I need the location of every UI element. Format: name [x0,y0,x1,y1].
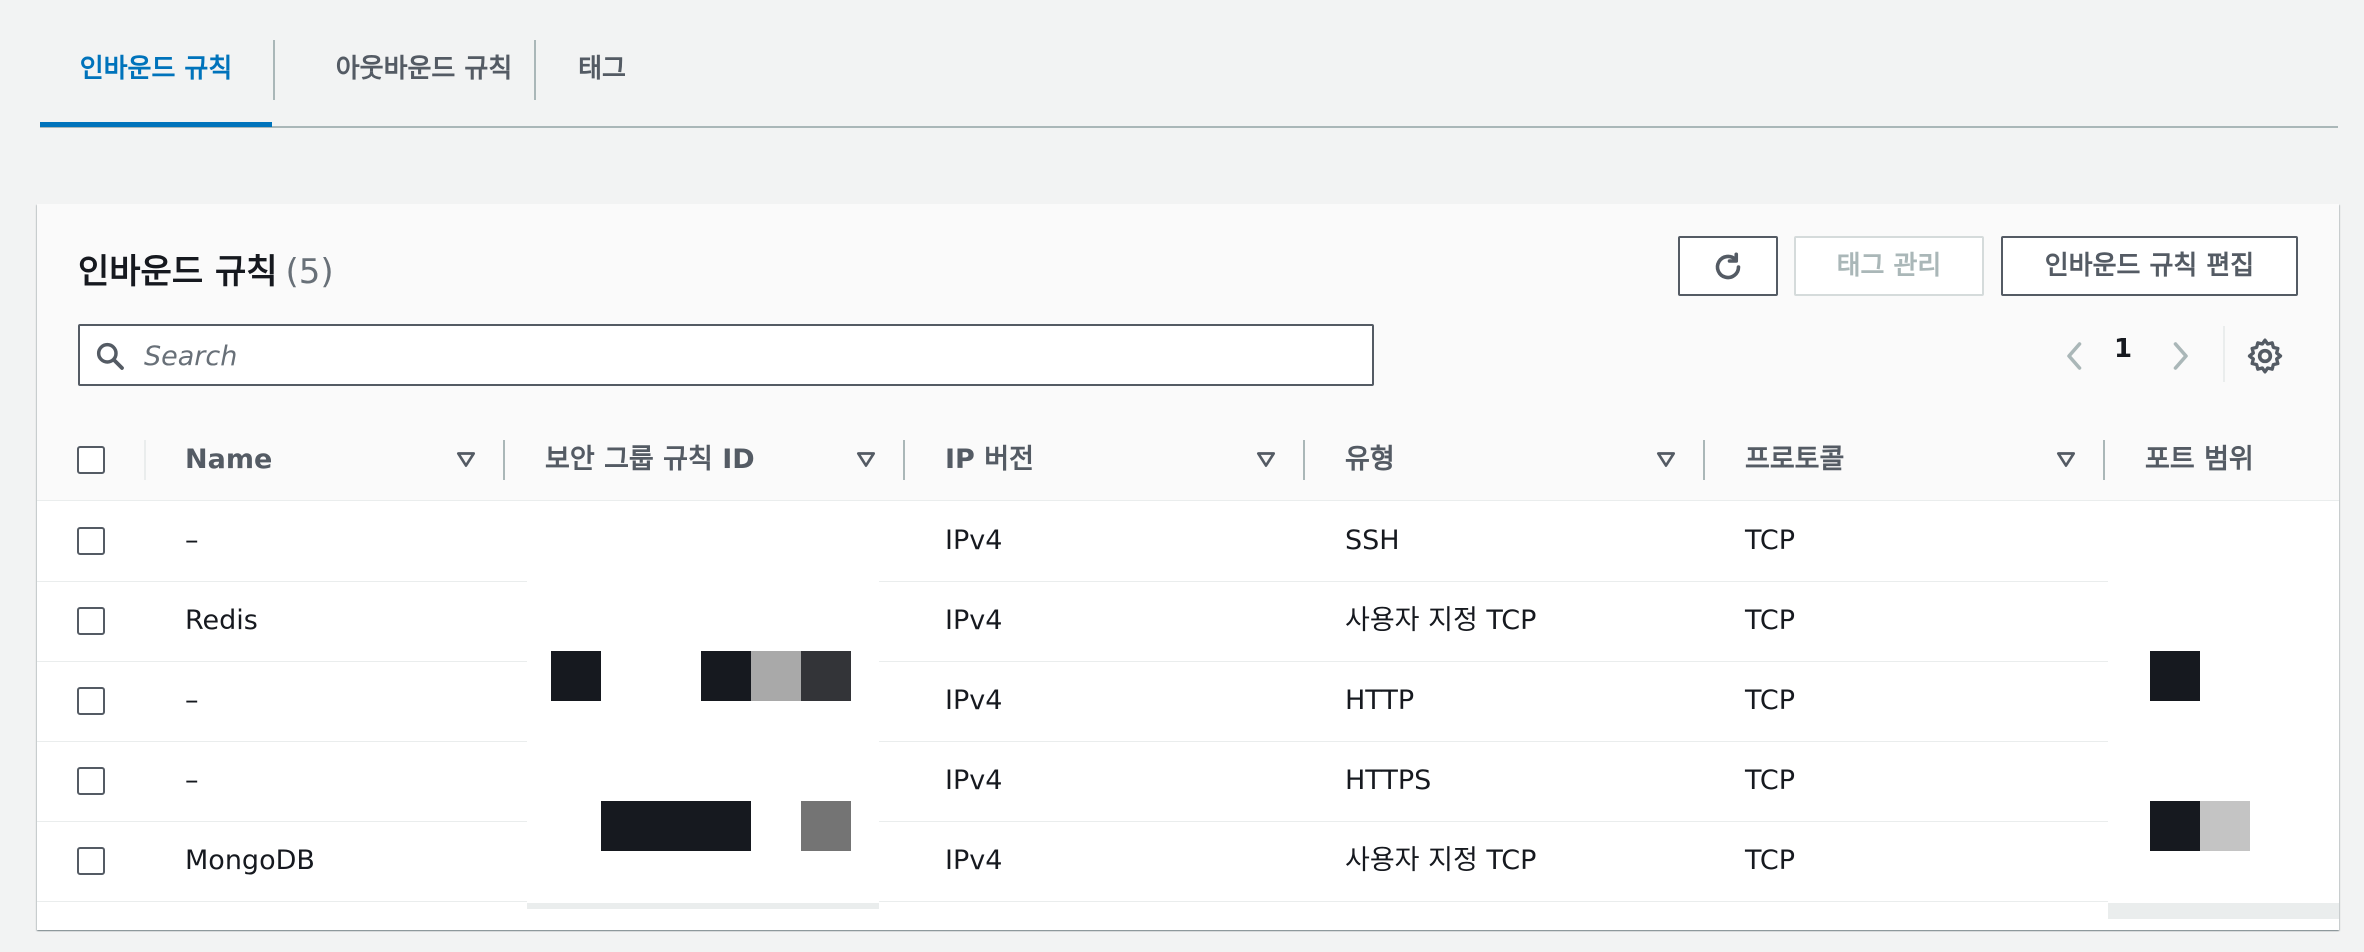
panel-header: 인바운드 규칙(5) 태그 관리 인바운드 규칙 편집 1 [37,204,2339,421]
row-checkbox[interactable] [77,607,105,635]
next-page-button[interactable] [2162,336,2198,376]
manage-tags-button[interactable]: 태그 관리 [1794,236,1984,296]
cell-type: HTTPS [1345,765,1432,796]
redaction-block [751,651,801,701]
cell-protocol: TCP [1745,845,1796,876]
cell-ip-version: IPv4 [945,605,1003,636]
column-header-port-range[interactable]: 포트 범위 [2145,420,2254,500]
cell-ip-version: IPv4 [945,765,1003,796]
refresh-button[interactable] [1678,236,1778,296]
tab-inbound-rules[interactable]: 인바운드 규칙 [40,0,272,127]
table-row[interactable]: – IPv4 HTTP TCP [37,661,2339,742]
search-input[interactable] [142,326,1346,386]
table-row[interactable]: MongoDB IPv4 사용자 지정 TCP TCP [37,821,2339,902]
search-field[interactable] [78,324,1374,386]
cell-type: SSH [1345,525,1400,556]
column-divider [1703,440,1705,480]
sort-triangle-icon[interactable] [2055,448,2077,470]
panel-title-text: 인바운드 규칙 [78,252,278,292]
redaction-strip [2108,903,2339,919]
sort-triangle-icon[interactable] [855,448,877,470]
cell-ip-version: IPv4 [945,685,1003,716]
table-row[interactable]: – IPv4 HTTPS TCP [37,741,2339,822]
table-header: Name 보안 그룹 규칙 ID IP 버전 유형 프로토콜 포트 범위 [37,420,2339,501]
redaction-block [601,801,751,851]
cell-name: – [185,765,199,796]
column-divider [503,440,505,480]
prev-page-button[interactable] [2057,336,2093,376]
column-divider [2103,440,2105,480]
rule-count: (5) [285,252,334,292]
cell-protocol: TCP [1745,765,1796,796]
cell-protocol: TCP [1745,605,1796,636]
column-header-type[interactable]: 유형 [1345,420,1395,500]
column-header-name[interactable]: Name [185,420,272,500]
sort-triangle-icon[interactable] [455,448,477,470]
cell-protocol: TCP [1745,685,1796,716]
row-checkbox[interactable] [77,847,105,875]
redaction-block [2150,801,2200,851]
search-icon [96,342,124,370]
chevron-left-icon [2067,342,2082,370]
pagination: 1 [2057,326,2317,382]
row-checkbox[interactable] [77,767,105,795]
chevron-right-icon [2173,342,2188,370]
column-header-ip-version[interactable]: IP 버전 [945,420,1034,500]
redaction-strip [527,903,879,909]
column-header-protocol[interactable]: 프로토콜 [1745,420,1844,500]
column-divider [144,440,146,480]
column-divider [903,440,905,480]
tab-separator [534,40,536,100]
edit-inbound-rules-button[interactable]: 인바운드 규칙 편집 [2001,236,2298,296]
sort-triangle-icon[interactable] [1655,448,1677,470]
redaction-block [2150,651,2200,701]
row-checkbox[interactable] [77,687,105,715]
column-header-rule-id[interactable]: 보안 그룹 규칙 ID [545,420,755,500]
cell-ip-version: IPv4 [945,525,1003,556]
redaction-block [2200,801,2250,851]
redaction-block [801,651,851,701]
cell-type: HTTP [1345,685,1415,716]
preferences-button[interactable] [2245,336,2285,376]
current-page[interactable]: 1 [2103,334,2143,364]
select-all-checkbox[interactable] [77,446,105,474]
refresh-icon [1715,251,1741,279]
cell-name: – [185,685,199,716]
cell-ip-version: IPv4 [945,845,1003,876]
cell-name: MongoDB [185,845,315,876]
inbound-rules-panel: 인바운드 규칙(5) 태그 관리 인바운드 규칙 편집 1 [37,204,2339,930]
gear-icon [2247,338,2283,374]
row-checkbox[interactable] [77,527,105,555]
panel-title: 인바운드 규칙 (5) [78,244,334,293]
table-row[interactable]: – IPv4 SSH TCP [37,501,2339,582]
pagination-divider [2223,326,2225,382]
cell-name: Redis [185,605,258,636]
redaction-block [701,651,751,701]
cell-protocol: TCP [1745,525,1796,556]
redaction-block [551,651,601,701]
redaction-block [801,801,851,851]
cell-name: – [185,525,199,556]
cell-type: 사용자 지정 TCP [1345,605,1537,636]
column-divider [1303,440,1305,480]
tab-bar: 인바운드 규칙 아웃바운드 규칙 태그 [40,0,2338,128]
sort-triangle-icon[interactable] [1255,448,1277,470]
cell-type: 사용자 지정 TCP [1345,845,1537,876]
tab-outbound-rules[interactable]: 아웃바운드 규칙 [276,0,572,124]
table-row[interactable]: Redis IPv4 사용자 지정 TCP TCP [37,581,2339,662]
tab-tags[interactable]: 태그 [542,0,662,124]
tab-separator [273,40,275,100]
